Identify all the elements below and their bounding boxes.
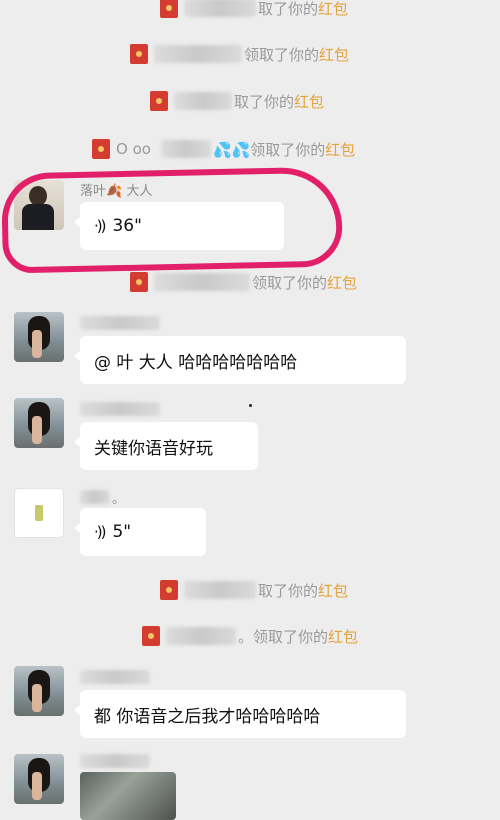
red-packet-icon: [150, 91, 168, 111]
highlight-annotation: [0, 166, 344, 274]
text-message-bubble[interactable]: 关键你语音好玩: [74, 422, 258, 470]
voice-wave-icon: ·)): [94, 523, 107, 541]
redpacket-notice: O oo 💦💦领取了你的 红包: [92, 137, 355, 161]
avatar[interactable]: [14, 754, 64, 804]
sender-nickname: [80, 752, 152, 770]
bottle-icon: [35, 505, 43, 521]
text-message-bubble[interactable]: 都 你语音之后我才哈哈哈哈哈: [74, 690, 406, 738]
voice-message-bubble[interactable]: ·)) 5": [74, 508, 206, 556]
redpacket-notice: 取了你的 红包: [160, 578, 348, 602]
sender-nickname: [80, 314, 162, 332]
text-message-bubble[interactable]: @ 叶 大人 哈哈哈哈哈哈哈: [74, 336, 406, 384]
avatar[interactable]: [14, 398, 64, 448]
redpacket-notice: 领取了你的 红包: [130, 42, 349, 66]
redpacket-notice: 领取了你的 红包: [130, 270, 357, 294]
red-packet-icon: [142, 626, 160, 646]
avatar[interactable]: [14, 666, 64, 716]
sender-nickname: 。: [80, 488, 125, 507]
red-packet-icon: [92, 139, 110, 159]
sender-nickname: [80, 400, 162, 418]
image-message[interactable]: [80, 772, 176, 820]
avatar[interactable]: [14, 312, 64, 362]
red-packet-icon: [160, 580, 178, 600]
redpacket-notice: 。领取了你的 红包: [142, 624, 358, 648]
avatar[interactable]: [14, 488, 64, 538]
sender-nickname: [80, 668, 152, 686]
redpacket-notice: 取了你的 红包: [150, 89, 324, 113]
red-packet-icon: [130, 272, 148, 292]
stray-dot: [249, 404, 252, 407]
redpacket-notice: 取了你的 红包: [160, 0, 348, 20]
red-packet-icon: [130, 44, 148, 64]
red-packet-icon: [160, 0, 178, 18]
